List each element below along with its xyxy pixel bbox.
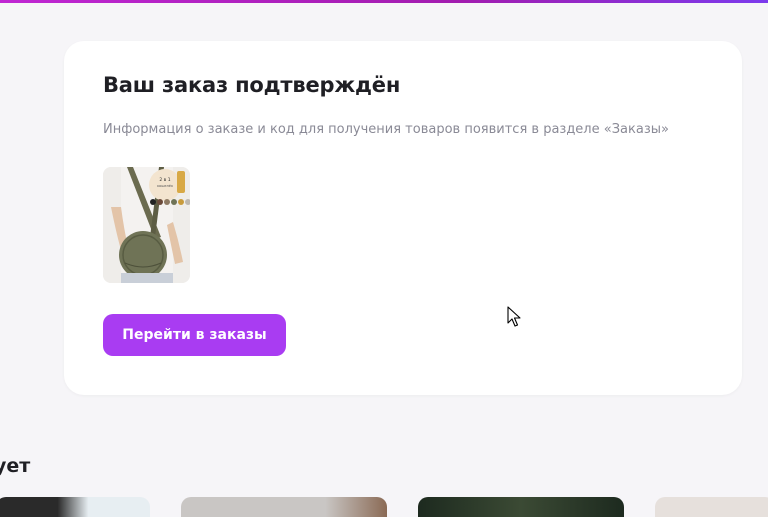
order-info-text: Информация о заказе и код для получения … xyxy=(103,122,669,137)
order-confirmed-title: Ваш заказ подтверждён xyxy=(103,73,401,97)
recommended-product-card[interactable] xyxy=(0,497,150,517)
recommended-product-card[interactable] xyxy=(655,497,768,517)
mouse-cursor-icon xyxy=(507,306,521,327)
recommended-product-card[interactable] xyxy=(181,497,387,517)
svg-text:2 в 1: 2 в 1 xyxy=(159,177,170,183)
recommendations-heading: ует xyxy=(0,455,31,477)
svg-text:кошелёк: кошелёк xyxy=(157,184,173,188)
ordered-product-image[interactable]: 2 в 1 кошелёк xyxy=(103,167,190,283)
order-confirmation-card: Ваш заказ подтверждён Информация о заказ… xyxy=(64,41,742,395)
go-to-orders-button[interactable]: Перейти в заказы xyxy=(103,314,286,356)
top-accent-bar xyxy=(0,0,768,3)
recommended-product-card[interactable] xyxy=(418,497,624,517)
bag-product-illustration: 2 в 1 кошелёк xyxy=(103,167,190,283)
